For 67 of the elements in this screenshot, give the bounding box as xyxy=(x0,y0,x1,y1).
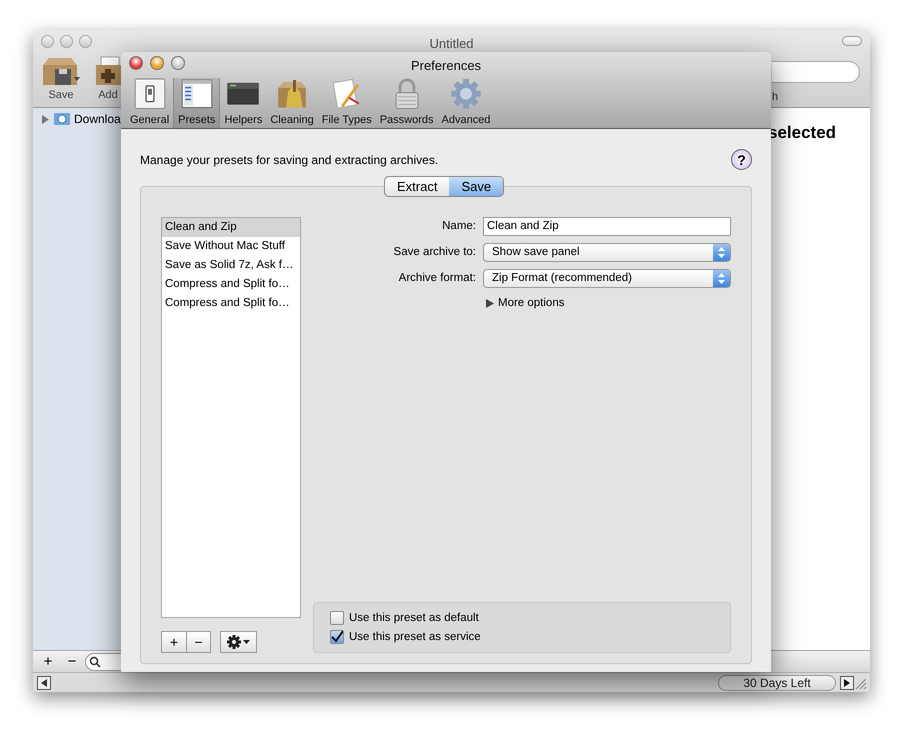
checkbox[interactable] xyxy=(330,611,344,626)
window-button[interactable] xyxy=(150,56,164,70)
list-item[interactable]: Save as Solid 7z, Ask f… xyxy=(162,256,300,275)
trial-status: 30 Days Left xyxy=(718,674,836,690)
window-button[interactable] xyxy=(129,56,143,70)
toolbar-tab[interactable]: Advanced xyxy=(438,78,494,128)
search-icon xyxy=(89,656,101,668)
list-item[interactable]: Save Without Mac Stuff xyxy=(162,237,300,256)
window-title: Untitled xyxy=(429,35,474,53)
list-window-icon xyxy=(180,78,213,110)
heading: selected xyxy=(768,122,838,144)
list-item[interactable]: Compress and Split fo… xyxy=(162,294,300,313)
list-item[interactable]: Clean and Zip xyxy=(162,218,300,237)
toolbar-tab[interactable]: General xyxy=(126,78,174,128)
toolbar-tab[interactable]: Cleaning xyxy=(266,78,318,128)
checkbox[interactable] xyxy=(330,630,344,644)
toolbar-tab[interactable]: Helpers xyxy=(220,78,266,128)
window-button[interactable] xyxy=(60,35,73,48)
tab[interactable]: Extract xyxy=(385,177,450,196)
field-label: Name: xyxy=(441,218,477,234)
disclosure-button[interactable]: More options xyxy=(486,295,731,312)
toolbar-toggle-button[interactable] xyxy=(842,36,862,46)
toolbar-tab[interactable]: Passwords xyxy=(376,78,438,128)
left-arrow-icon xyxy=(40,678,48,686)
toolbar-button[interactable]: − xyxy=(61,652,83,672)
search-field[interactable] xyxy=(85,652,121,670)
window-button[interactable] xyxy=(41,35,54,48)
box-with-broom-icon xyxy=(276,78,308,110)
folder-icon xyxy=(54,112,70,126)
action-menu-button[interactable] xyxy=(220,631,257,653)
stepper-arrows-icon xyxy=(718,273,725,284)
toolbar-button[interactable]: − xyxy=(186,632,210,652)
stepper-arrows-icon xyxy=(718,247,725,258)
scroll-left-button[interactable] xyxy=(37,676,51,690)
toolbar-button[interactable]: Save xyxy=(41,55,81,104)
checkmark-icon xyxy=(331,631,343,644)
checkbox-label: Use this preset as default xyxy=(349,610,479,626)
toolbar-tab[interactable]: Presets xyxy=(173,78,220,128)
help-button[interactable]: ? xyxy=(731,149,752,170)
description: Manage your presets for saving and extracting archives. xyxy=(140,152,438,168)
box-with-plus-icon xyxy=(95,55,121,87)
window-title: Preferences xyxy=(410,57,482,75)
window-button[interactable] xyxy=(79,35,92,48)
right-arrow-icon xyxy=(843,678,851,686)
gear-icon xyxy=(227,635,241,649)
dropdown[interactable]: Zip Format (recommended) xyxy=(483,269,731,288)
sidebar-item[interactable]: Downloa xyxy=(74,110,121,128)
dropdown[interactable]: Show save panel xyxy=(483,243,731,262)
toolbar-button[interactable]: + xyxy=(37,652,59,672)
toolbar-label: h xyxy=(772,90,778,105)
field-label: Archive format: xyxy=(398,270,477,286)
box-with-disk-icon xyxy=(41,55,81,87)
tab[interactable]: Save xyxy=(449,177,504,196)
toolbar-button[interactable]: Add xyxy=(95,55,121,104)
scroll-right-button[interactable] xyxy=(840,676,854,690)
search-field[interactable] xyxy=(772,61,860,83)
field-label: Save archive to: xyxy=(392,244,477,260)
resize-grip-icon xyxy=(854,676,866,688)
checkbox-label: Use this preset as service xyxy=(349,630,481,645)
switch-icon xyxy=(134,78,166,110)
caret-icon xyxy=(243,640,250,644)
toolbar-tab[interactable]: File Types xyxy=(318,78,376,128)
gear-icon xyxy=(450,78,482,110)
toolbar-button[interactable]: + xyxy=(162,632,186,652)
window-button[interactable] xyxy=(171,56,185,70)
name-field[interactable]: Clean and Zip xyxy=(483,217,731,236)
list-item[interactable]: Compress and Split fo… xyxy=(162,275,300,294)
